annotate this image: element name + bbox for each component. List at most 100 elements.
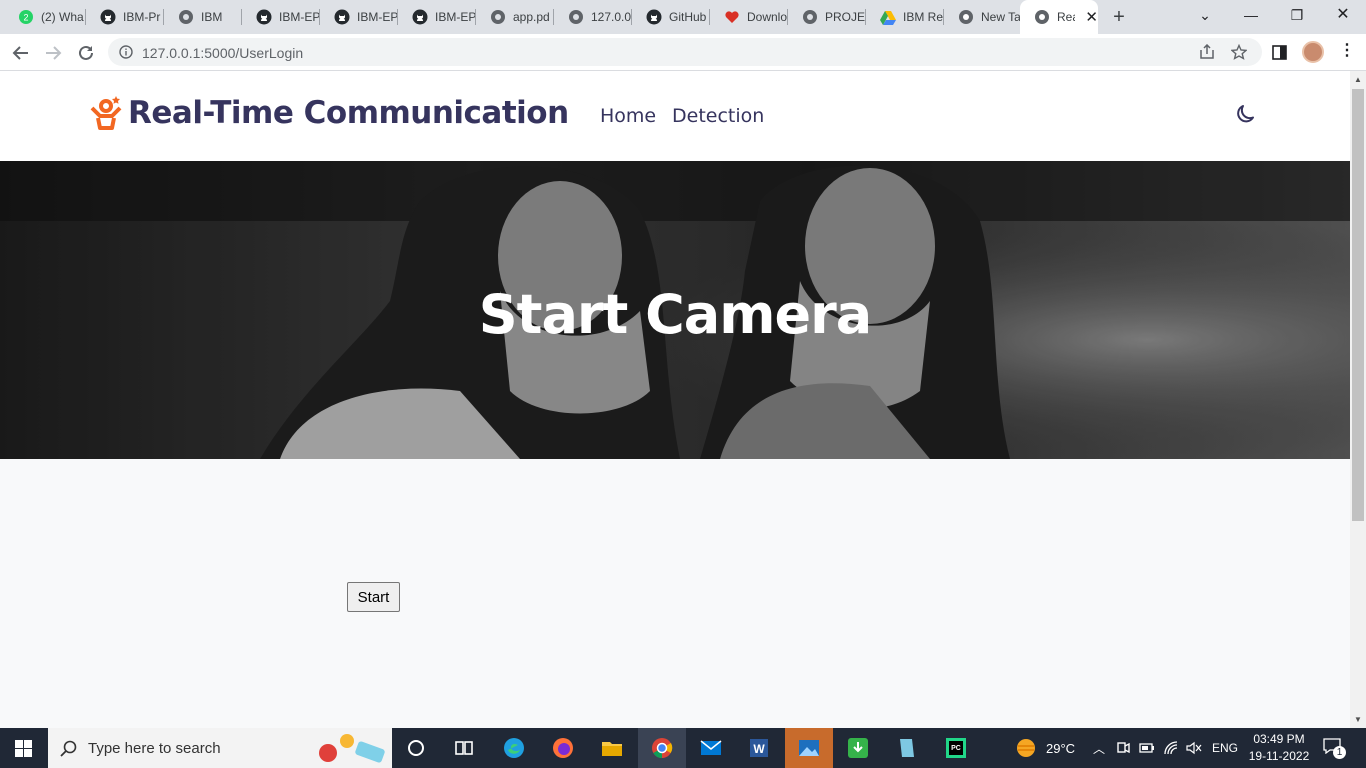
reload-button[interactable]: [75, 42, 97, 64]
scrollbar-thumb[interactable]: [1352, 89, 1364, 521]
photos-icon: [799, 740, 819, 756]
tab-app-pd[interactable]: app.pd: [476, 4, 554, 30]
menu-kebab-icon[interactable]: ⋮: [1339, 40, 1355, 60]
cloud-download-icon[interactable]: [846, 736, 870, 760]
share-icon[interactable]: [1199, 44, 1215, 60]
github-icon: [100, 9, 116, 25]
hero-banner: Start Camera: [0, 161, 1350, 459]
dark-mode-moon-icon[interactable]: [1234, 102, 1258, 126]
profile-avatar[interactable]: [1302, 41, 1324, 63]
github-icon: [412, 9, 428, 25]
tab-active-real-time[interactable]: Rea ✕: [1020, 0, 1098, 34]
task-view-icon[interactable]: [452, 736, 476, 760]
tab-ibm-ep-2[interactable]: IBM-EP: [320, 4, 398, 30]
start-camera-button[interactable]: Start: [347, 582, 400, 612]
tab-label: IBM-EP: [279, 10, 320, 24]
globe-icon: [568, 9, 584, 25]
back-button[interactable]: [10, 42, 32, 64]
svg-text:W: W: [753, 742, 765, 756]
reload-icon: [79, 45, 93, 60]
browser-tab-strip: 2 (2) Wha IBM-Pr IBM IBM-EP IBM-EP IBM-E…: [0, 0, 1366, 34]
tab-label: 127.0.0: [591, 10, 632, 24]
pycharm-icon[interactable]: PC: [944, 736, 968, 760]
svg-text:PC: PC: [951, 745, 961, 752]
github-icon: [256, 9, 272, 25]
web-page: Real-Time Communication Home Detection S…: [0, 71, 1350, 728]
tab-ibm-re[interactable]: IBM Re: [866, 4, 944, 30]
mail-icon[interactable]: [699, 736, 723, 760]
weather-sun-icon: [1017, 739, 1035, 757]
minimize-button[interactable]: —: [1228, 0, 1274, 32]
brand-logo-link[interactable]: Real-Time Communication: [90, 95, 569, 131]
tab-download[interactable]: Downlo: [710, 4, 788, 30]
tray-chevron-icon[interactable]: ︿: [1093, 728, 1105, 768]
clock-time: 03:49 PM: [1253, 732, 1305, 746]
tab-label: (2) Wha: [41, 10, 84, 24]
taskbar-search-box[interactable]: Type here to search: [48, 728, 392, 768]
scroll-up-arrow-icon[interactable]: ▲: [1354, 75, 1362, 84]
edge-browser-icon[interactable]: [502, 736, 526, 760]
chrome-taskbar-button-active[interactable]: [638, 728, 686, 768]
tab-ibm-ep-1[interactable]: IBM-EP: [242, 4, 320, 30]
volume-muted-icon[interactable]: [1186, 740, 1202, 756]
cortana-icon[interactable]: [404, 736, 428, 760]
windows-taskbar: Type here to search W PC 29°C ︿ ENG 03:4…: [0, 728, 1366, 768]
tab-ibm-ep-3[interactable]: IBM-EP: [398, 4, 476, 30]
heart-icon: [724, 9, 740, 25]
close-window-button[interactable]: ✕: [1320, 0, 1366, 32]
tab-ibm-pr[interactable]: IBM-Pr: [86, 4, 164, 30]
temperature-text: 29°C: [1046, 740, 1076, 756]
forward-button[interactable]: [42, 42, 64, 64]
url-text[interactable]: 127.0.0.1:5000/UserLogin: [142, 45, 303, 61]
restore-button[interactable]: ❐: [1274, 0, 1320, 32]
weather-widget[interactable]: 29°C: [1014, 728, 1075, 768]
side-panel-icon[interactable]: [1272, 45, 1287, 60]
close-tab-icon[interactable]: ✕: [1085, 8, 1098, 26]
word-icon[interactable]: W: [747, 736, 771, 760]
search-highlight-illustration: [319, 734, 385, 763]
tab-project[interactable]: PROJEC: [788, 4, 866, 30]
wifi-icon[interactable]: [1163, 740, 1179, 756]
chrome-icon: [958, 9, 974, 25]
tab-github[interactable]: GitHub: [632, 4, 710, 30]
whatsapp-icon: 2: [18, 9, 34, 25]
notepad-icon[interactable]: [895, 736, 919, 760]
photos-taskbar-button[interactable]: [785, 728, 833, 768]
tab-ibm[interactable]: IBM: [164, 4, 242, 30]
tab-label: PROJEC: [825, 10, 866, 24]
tab-search-chevron-icon[interactable]: ⌄: [1182, 0, 1228, 32]
battery-icon[interactable]: [1139, 741, 1155, 755]
tab-whatsapp[interactable]: 2 (2) Wha: [4, 4, 86, 30]
notification-center[interactable]: 1: [1323, 738, 1346, 759]
clock[interactable]: 03:49 PM 19-11-2022: [1248, 731, 1310, 765]
nav-detection-link[interactable]: Detection: [672, 105, 764, 127]
nav-home-link[interactable]: Home: [600, 105, 656, 127]
firefox-icon[interactable]: [551, 736, 575, 760]
meet-now-icon[interactable]: [1116, 740, 1130, 756]
language-indicator[interactable]: ENG: [1212, 728, 1238, 768]
tab-label: app.pd: [513, 10, 550, 24]
back-arrow-icon: [12, 46, 28, 60]
github-icon: [334, 9, 350, 25]
omnibox[interactable]: 127.0.0.1:5000/UserLogin: [108, 38, 1262, 66]
new-tab-button[interactable]: +: [1108, 6, 1130, 28]
google-drive-icon: [880, 9, 896, 25]
site-info-icon[interactable]: [119, 45, 133, 59]
windows-start-icon[interactable]: [15, 740, 32, 757]
file-explorer-icon[interactable]: [600, 736, 624, 760]
bookmark-star-icon[interactable]: [1231, 44, 1247, 60]
globe-icon: [178, 9, 194, 25]
scroll-down-arrow-icon[interactable]: ▼: [1354, 715, 1362, 724]
page-scrollbar[interactable]: ▲ ▼: [1350, 71, 1366, 728]
tab-label: Downlo: [747, 10, 788, 24]
brand-name: Real-Time Communication: [128, 95, 569, 131]
svg-text:2: 2: [23, 13, 28, 23]
tab-new-tab[interactable]: New Ta: [944, 4, 1020, 30]
tab-label: IBM-EP: [357, 10, 398, 24]
tab-label: IBM-EP: [435, 10, 476, 24]
site-header: Real-Time Communication Home Detection: [0, 71, 1350, 161]
tab-127[interactable]: 127.0.0: [554, 4, 632, 30]
clock-date: 19-11-2022: [1248, 749, 1310, 763]
brand-logo-icon: [90, 96, 122, 130]
chrome-icon: [652, 738, 673, 759]
